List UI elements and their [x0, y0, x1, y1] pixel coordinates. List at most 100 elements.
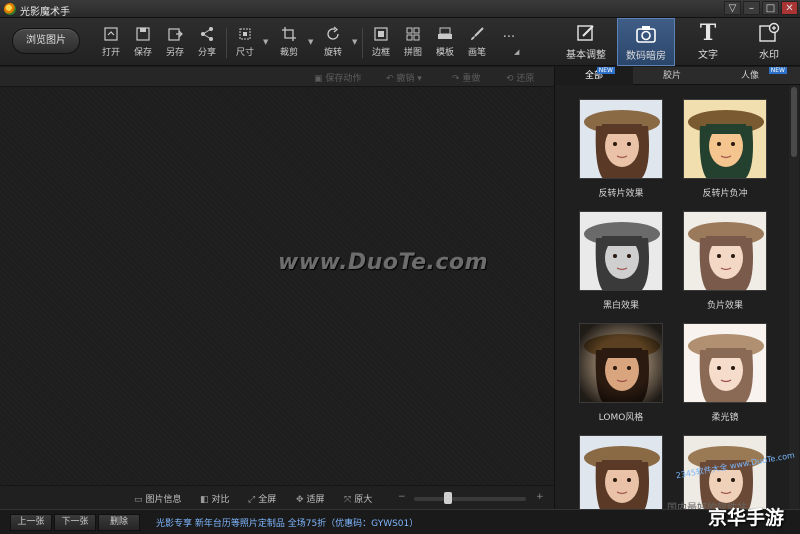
- effects-scroll-thumb[interactable]: [791, 87, 797, 157]
- save-icon: [135, 26, 151, 42]
- border-icon: [373, 26, 389, 42]
- resize-icon: [237, 26, 253, 42]
- more-icon: ...: [502, 26, 516, 41]
- window-controls: ▽ – □ ✕: [724, 1, 798, 15]
- toolbar-separator: [362, 28, 363, 58]
- new-badge: NEW: [596, 67, 615, 74]
- share-icon: [199, 26, 215, 42]
- resize-button[interactable]: 尺寸: [230, 24, 260, 60]
- main-toolbar: 浏览图片 打开 保存 另存 分享 尺寸 ▼ 裁剪 ▼ 旋转 ▼ 边框 拼图 模板…: [0, 18, 800, 66]
- effect-label: 反转片效果: [598, 189, 644, 199]
- undo-button[interactable]: ↶ 撤销 ▾: [386, 71, 422, 84]
- border-button[interactable]: 边框: [366, 24, 396, 60]
- zoom-slider-handle[interactable]: [443, 492, 452, 504]
- effects-panel: 全部 NEW 胶片 人像 NEW 反转片效果 反转片负冲黑白效果 负片效果 LOMO风…: [554, 67, 800, 515]
- effect-label: 黑白效果: [602, 301, 639, 311]
- tab-all[interactable]: 全部 NEW: [555, 67, 633, 85]
- restore-button[interactable]: ⟲ 还原: [506, 71, 534, 84]
- maximize-button[interactable]: □: [762, 1, 779, 15]
- effect-preset[interactable]: LOMO风格: [579, 323, 663, 423]
- share-button[interactable]: 分享: [192, 24, 222, 60]
- minimize-button[interactable]: –: [743, 1, 760, 15]
- toolbar-expand-icon[interactable]: ◢: [514, 48, 519, 56]
- effect-thumbnail: [683, 99, 767, 179]
- zoom-slider-track[interactable]: [414, 497, 526, 501]
- rotate-icon: [325, 26, 341, 42]
- tab-film[interactable]: 胶片: [633, 67, 711, 85]
- template-button[interactable]: 模板: [430, 24, 460, 60]
- delete-image-button[interactable]: 删除: [98, 514, 140, 531]
- mode-text[interactable]: T 文字: [679, 18, 737, 66]
- effect-preset[interactable]: 反转片效果: [579, 99, 663, 199]
- promo-link[interactable]: 光影专享 新年台历等照片定制品 全场75折（优惠码：GYWS01）: [156, 516, 418, 529]
- app-logo-icon: [4, 3, 16, 15]
- open-icon: [103, 26, 119, 42]
- history-bar: ▣ 保存动作 ↶ 撤销 ▾ ↷ 重做 ⟲ 还原: [0, 67, 554, 87]
- effect-thumbnail: [579, 323, 663, 403]
- effect-thumbnail: [579, 99, 663, 179]
- effect-label: LOMO风格: [598, 413, 644, 423]
- app-title: 光影魔术手: [20, 7, 70, 18]
- mode-panel: 基本调整 数码暗房 T 文字 水印: [554, 18, 800, 66]
- mode-basic-adjust[interactable]: 基本调整: [557, 18, 615, 66]
- effect-preset[interactable]: 黑白效果: [579, 211, 663, 311]
- status-bar: 上一张 下一张 删除 光影专享 新年台历等照片定制品 全场75折（优惠码：GYW…: [0, 509, 800, 534]
- collage-button[interactable]: 拼图: [398, 24, 428, 60]
- browse-images-button[interactable]: 浏览图片: [12, 28, 80, 54]
- effect-label: 负片效果: [706, 301, 743, 311]
- resize-dropdown-icon[interactable]: ▼: [263, 38, 268, 46]
- more-tools-button[interactable]: ...: [494, 24, 524, 60]
- effect-preset[interactable]: 负片效果: [683, 211, 767, 311]
- redo-button[interactable]: ↷ 重做: [452, 71, 480, 84]
- zoom-in-button[interactable]: +: [536, 492, 544, 502]
- basic-adjust-icon: [575, 22, 597, 44]
- image-canvas[interactable]: ▣ 保存动作 ↶ 撤销 ▾ ↷ 重做 ⟲ 还原 www.DuoTe.com ▭ 图…: [0, 67, 554, 509]
- skin-menu-button[interactable]: ▽: [724, 1, 741, 15]
- original-size-icon: ⤧: [344, 495, 352, 505]
- effect-preset[interactable]: 反转片负冲: [683, 99, 767, 199]
- effect-preset[interactable]: 柔光镜: [683, 323, 767, 423]
- effect-label: 反转片负冲: [702, 189, 748, 199]
- rotate-dropdown-icon[interactable]: ▼: [352, 38, 357, 46]
- crop-button[interactable]: 裁剪: [274, 24, 304, 60]
- previous-image-button[interactable]: 上一张: [10, 514, 52, 531]
- brush-icon: [469, 26, 485, 42]
- rotate-button[interactable]: 旋转: [318, 24, 348, 60]
- corner-watermark: 京华手游: [708, 507, 785, 529]
- open-button[interactable]: 打开: [96, 24, 126, 60]
- undo-icon: ↶: [386, 74, 397, 84]
- effect-category-tabs: 全部 NEW 胶片 人像 NEW: [555, 67, 800, 85]
- original-size-button[interactable]: ⤧ 原大: [344, 492, 372, 505]
- view-bar: ▭ 图片信息 ◧ 对比 ⤢ 全屏 ✥ 适屏 ⤧ 原大 − +: [0, 485, 554, 509]
- tab-portrait[interactable]: 人像 NEW: [711, 67, 789, 85]
- save-action-button[interactable]: ▣ 保存动作: [314, 71, 361, 84]
- restore-icon: ⟲: [506, 74, 517, 84]
- close-button[interactable]: ✕: [781, 1, 798, 15]
- brush-button[interactable]: 画笔: [462, 24, 492, 60]
- redo-icon: ↷: [452, 74, 463, 84]
- save-as-button[interactable]: 另存: [160, 24, 190, 60]
- effect-thumbnail: [683, 211, 767, 291]
- mode-darkroom[interactable]: 数码暗房: [617, 18, 675, 66]
- effect-thumbnail: [683, 323, 767, 403]
- new-badge: NEW: [768, 67, 787, 74]
- fullscreen-button[interactable]: ⤢ 全屏: [248, 492, 276, 505]
- image-info-button[interactable]: ▭ 图片信息: [134, 492, 182, 505]
- fullscreen-icon: ⤢: [248, 495, 256, 505]
- watermark-icon: [758, 22, 780, 44]
- title-bar: 光影魔术手 ▽ – □ ✕: [0, 0, 800, 18]
- crop-icon: [281, 26, 297, 42]
- effect-thumbnail: [579, 435, 663, 515]
- fit-screen-button[interactable]: ✥ 适屏: [296, 492, 325, 505]
- compare-button[interactable]: ◧ 对比: [200, 492, 230, 505]
- mode-watermark[interactable]: 水印: [740, 18, 798, 66]
- save-action-icon: ▣: [314, 74, 326, 84]
- zoom-out-button[interactable]: −: [398, 492, 406, 502]
- crop-dropdown-icon[interactable]: ▼: [308, 38, 313, 46]
- next-image-button[interactable]: 下一张: [54, 514, 96, 531]
- site-watermark: www.DuoTe.com: [278, 250, 488, 275]
- effect-thumbnail: [579, 211, 663, 291]
- fit-screen-icon: ✥: [296, 495, 304, 505]
- text-icon: T: [699, 20, 717, 46]
- save-button[interactable]: 保存: [128, 24, 158, 60]
